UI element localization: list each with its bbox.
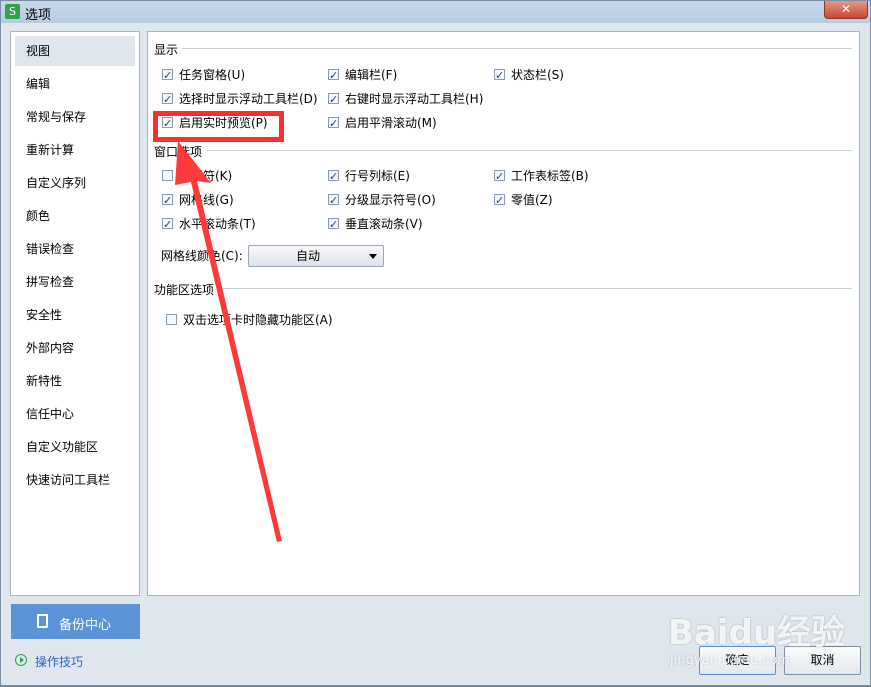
options-dialog: S 选项 ✕ 视图 编辑 常规与保存 重新计算 自定义序列 颜色 错误检查 拼写…	[0, 0, 871, 686]
annotation-arrow-shape	[175, 141, 282, 542]
annotation-arrow	[175, 141, 282, 542]
